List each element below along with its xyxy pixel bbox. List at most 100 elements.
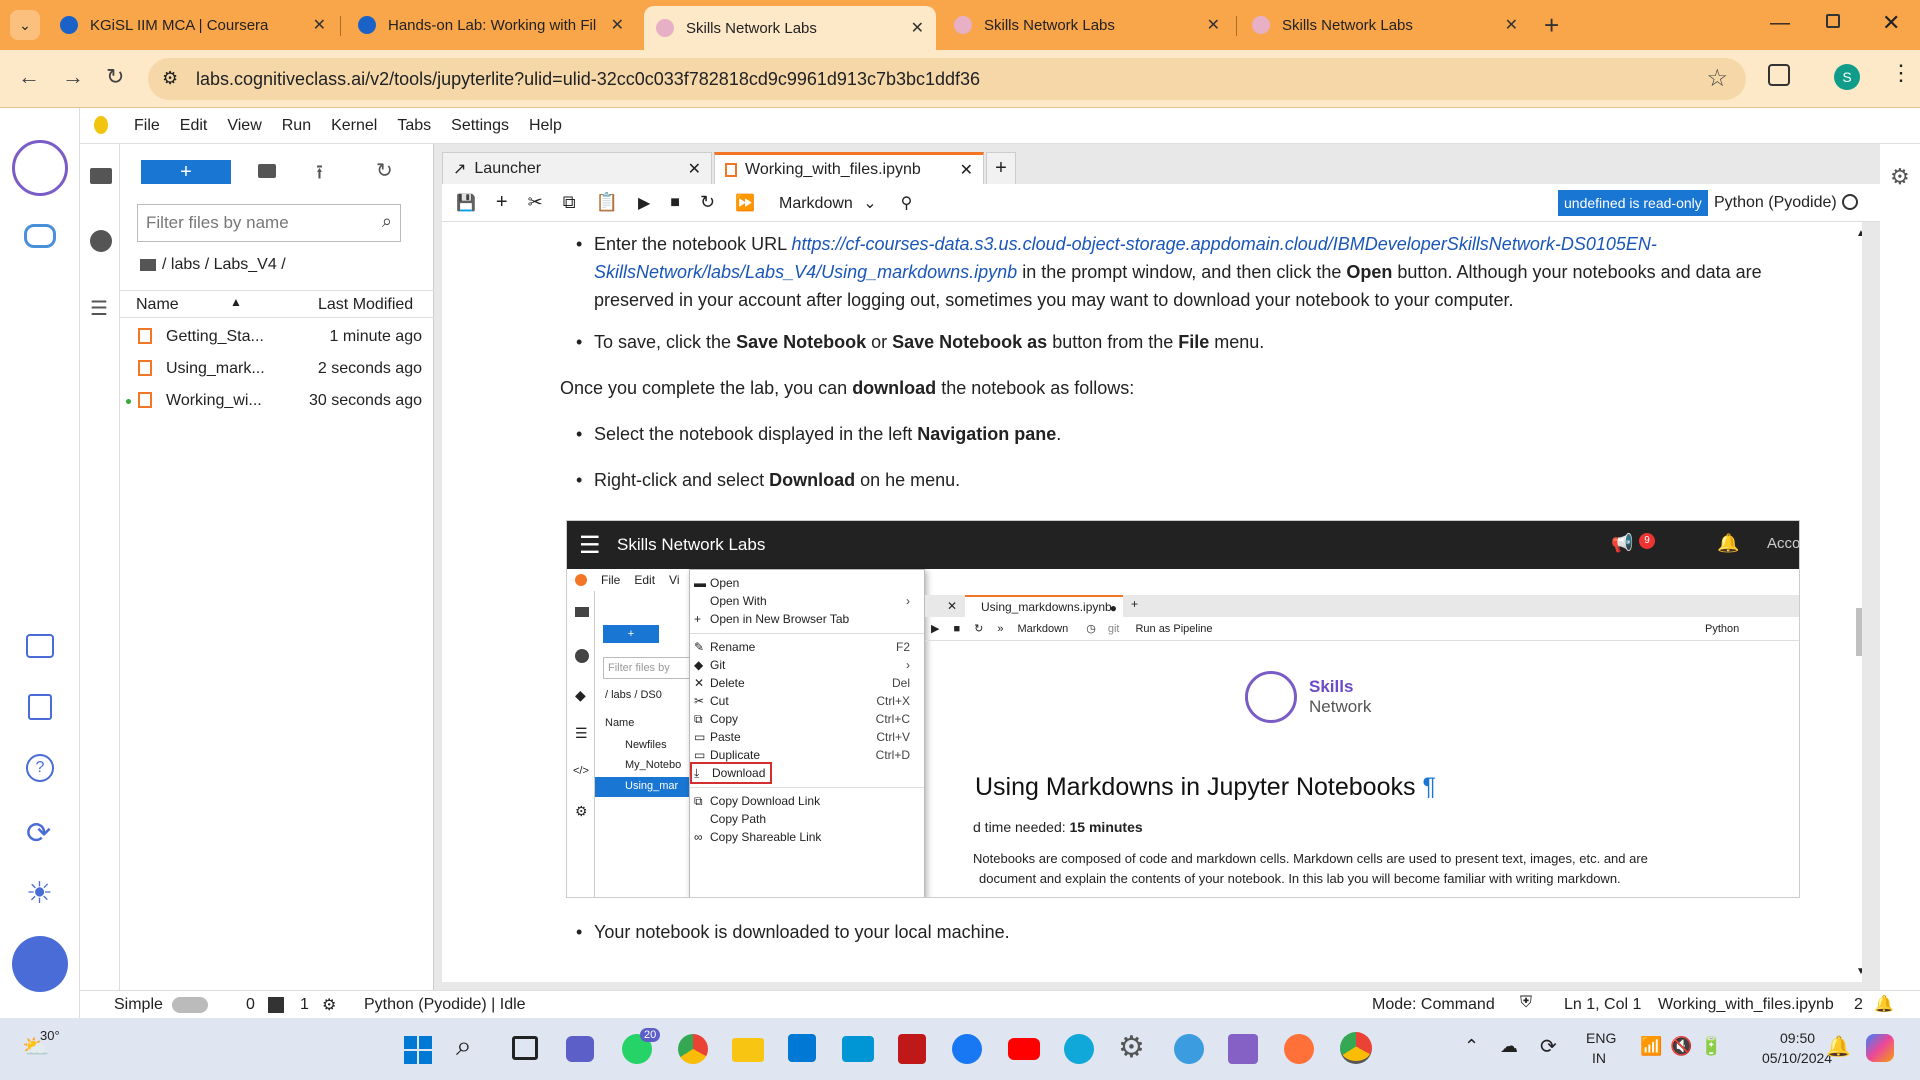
insert-cell-icon[interactable]: + bbox=[496, 191, 508, 214]
fast-forward-icon[interactable]: ⏩ bbox=[735, 193, 755, 213]
menu-file[interactable]: File bbox=[134, 117, 160, 135]
copy-icon[interactable]: ⧉ bbox=[563, 192, 576, 213]
firefox-icon[interactable] bbox=[1284, 1034, 1314, 1064]
reload-icon[interactable]: ↻ bbox=[106, 64, 124, 90]
settings-icon[interactable]: ⚙ bbox=[1118, 1030, 1145, 1065]
facebook-icon[interactable] bbox=[952, 1034, 982, 1064]
windows-start-icon[interactable] bbox=[404, 1036, 432, 1064]
save-icon[interactable]: 💾 bbox=[456, 193, 476, 213]
browser-tab-skills-2[interactable]: Skills Network Labs ✕ bbox=[942, 8, 1232, 42]
add-tab-button[interactable]: + bbox=[986, 152, 1016, 184]
cut-icon[interactable]: ✂ bbox=[528, 192, 543, 213]
help-app-icon[interactable] bbox=[1174, 1034, 1204, 1064]
running-kernels-icon[interactable] bbox=[90, 230, 112, 252]
sort-ascending-icon[interactable]: ▲ bbox=[230, 295, 242, 309]
new-launcher-button[interactable]: + bbox=[141, 160, 231, 184]
minimize-icon[interactable]: — bbox=[1770, 12, 1790, 35]
tab-launcher[interactable]: ↗ Launcher ✕ bbox=[442, 152, 712, 184]
extensions-icon[interactable] bbox=[1768, 64, 1790, 86]
onedrive-icon[interactable]: ☁ bbox=[1500, 1036, 1518, 1057]
sync-icon[interactable]: ⟳ bbox=[1540, 1034, 1557, 1059]
inbox-icon[interactable] bbox=[26, 634, 54, 658]
paste-icon[interactable]: 📋 bbox=[596, 192, 618, 213]
close-tab-icon[interactable]: ✕ bbox=[911, 18, 924, 38]
run-icon[interactable]: ▶ bbox=[638, 193, 650, 213]
myhp-icon[interactable] bbox=[842, 1036, 874, 1062]
sync-icon[interactable]: ⟳ bbox=[26, 816, 51, 851]
table-of-contents-icon[interactable]: ☰ bbox=[90, 296, 108, 321]
chat-icon[interactable] bbox=[24, 224, 56, 248]
file-row[interactable]: Working_wi... 30 seconds ago bbox=[120, 386, 434, 416]
restore-icon[interactable] bbox=[1826, 14, 1840, 28]
theme-icon[interactable]: ☀ bbox=[26, 876, 53, 911]
menu-settings[interactable]: Settings bbox=[451, 117, 509, 135]
edge-icon[interactable] bbox=[1064, 1034, 1094, 1064]
file-row[interactable]: Getting_Sta... 1 minute ago bbox=[120, 322, 434, 352]
file-explorer-icon[interactable] bbox=[732, 1038, 764, 1062]
omnibox[interactable]: ⚙ labs.cognitiveclass.ai/v2/tools/jupyte… bbox=[148, 58, 1746, 100]
restart-icon[interactable]: ↻ bbox=[700, 192, 715, 213]
folder-icon[interactable] bbox=[140, 259, 156, 271]
refresh-icon[interactable]: ↻ bbox=[376, 158, 393, 183]
volume-icon[interactable]: 🔇 bbox=[1670, 1036, 1692, 1057]
stop-icon[interactable]: ■ bbox=[670, 194, 680, 212]
forward-icon[interactable]: → bbox=[62, 64, 84, 90]
filter-files-input[interactable]: Filter files by name ⌕ bbox=[137, 204, 401, 242]
gear-icon[interactable]: ⚙ bbox=[322, 995, 336, 1015]
close-tab-icon[interactable]: ✕ bbox=[1207, 15, 1220, 35]
copilot-icon[interactable] bbox=[1866, 1034, 1894, 1062]
notebook-scrollbar[interactable]: ▲ ▼ bbox=[1854, 228, 1862, 978]
kernel-status[interactable]: Python (Pyodide) | Idle bbox=[364, 996, 526, 1014]
language-label[interactable]: ENG bbox=[1586, 1030, 1616, 1046]
menu-tabs[interactable]: Tabs bbox=[397, 117, 431, 135]
close-icon[interactable]: ✕ bbox=[688, 159, 701, 179]
notification-bell-icon[interactable]: 🔔 bbox=[1826, 1034, 1851, 1059]
close-icon[interactable]: ✕ bbox=[960, 160, 973, 180]
close-tab-icon[interactable]: ✕ bbox=[1505, 15, 1518, 35]
menu-run[interactable]: Run bbox=[282, 117, 311, 135]
task-view-icon[interactable] bbox=[512, 1036, 538, 1060]
visual-studio-icon[interactable] bbox=[1228, 1034, 1258, 1064]
browser-tab-skills-3[interactable]: Skills Network Labs ✕ bbox=[1240, 8, 1530, 42]
menu-kernel[interactable]: Kernel bbox=[331, 117, 377, 135]
browser-tab-skills-active[interactable]: Skills Network Labs ✕ bbox=[644, 6, 936, 50]
browser-tab-coursera[interactable]: KGiSL IIM MCA | Coursera ✕ bbox=[48, 8, 338, 42]
chrome-icon[interactable] bbox=[678, 1034, 708, 1064]
tab-working-with-files[interactable]: Working_with_files.ipynb ✕ bbox=[714, 152, 984, 184]
skills-network-logo[interactable] bbox=[12, 140, 68, 196]
mcafee-icon[interactable] bbox=[898, 1034, 926, 1064]
document-icon[interactable] bbox=[28, 694, 52, 720]
browser-menu-icon[interactable]: ⋮ bbox=[1890, 60, 1912, 86]
breadcrumb-path[interactable]: / labs / Labs_V4 / bbox=[162, 256, 286, 274]
clock-time[interactable]: 09:50 bbox=[1780, 1030, 1815, 1046]
wifi-icon[interactable]: 📶 bbox=[1640, 1036, 1662, 1057]
menu-view[interactable]: View bbox=[227, 117, 261, 135]
folder-icon[interactable] bbox=[90, 168, 112, 184]
notification-count[interactable]: 2 bbox=[1854, 996, 1863, 1014]
property-inspector-icon[interactable]: ⚙ bbox=[1890, 164, 1910, 190]
clock-date[interactable]: 05/10/2024 bbox=[1762, 1050, 1832, 1066]
battery-icon[interactable]: 🔋 bbox=[1700, 1036, 1722, 1057]
tray-chevron-icon[interactable]: ⌃ bbox=[1464, 1036, 1479, 1057]
menu-help[interactable]: Help bbox=[529, 117, 562, 135]
help-icon[interactable]: ? bbox=[26, 754, 54, 782]
bell-icon[interactable]: 🔔 bbox=[1874, 994, 1894, 1014]
bookmark-star-icon[interactable]: ☆ bbox=[1706, 64, 1728, 93]
profile-avatar[interactable]: S bbox=[1834, 64, 1860, 90]
browser-tab-handson[interactable]: Hands-on Lab: Working with Fil ✕ bbox=[346, 8, 636, 42]
new-folder-icon[interactable] bbox=[258, 164, 276, 178]
shield-icon[interactable]: ⛨ bbox=[1520, 994, 1532, 1012]
search-icon[interactable]: ⌕ bbox=[456, 1030, 472, 1063]
column-last-modified[interactable]: Last Modified bbox=[318, 296, 413, 314]
kernel-name[interactable]: Python (Pyodide) bbox=[1714, 194, 1837, 212]
site-info-icon[interactable]: ⚙ bbox=[162, 68, 178, 89]
new-tab-button[interactable]: + bbox=[1544, 10, 1559, 41]
user-avatar-icon[interactable] bbox=[12, 936, 68, 992]
region-label[interactable]: IN bbox=[1592, 1050, 1606, 1066]
simple-mode-toggle[interactable] bbox=[172, 997, 208, 1013]
file-row[interactable]: Using_mark... 2 seconds ago bbox=[120, 354, 434, 384]
chrome-profile-icon[interactable] bbox=[1340, 1032, 1372, 1064]
back-icon[interactable]: ← bbox=[18, 64, 40, 90]
close-tab-icon[interactable]: ✕ bbox=[611, 15, 624, 35]
store-icon[interactable] bbox=[788, 1034, 816, 1062]
